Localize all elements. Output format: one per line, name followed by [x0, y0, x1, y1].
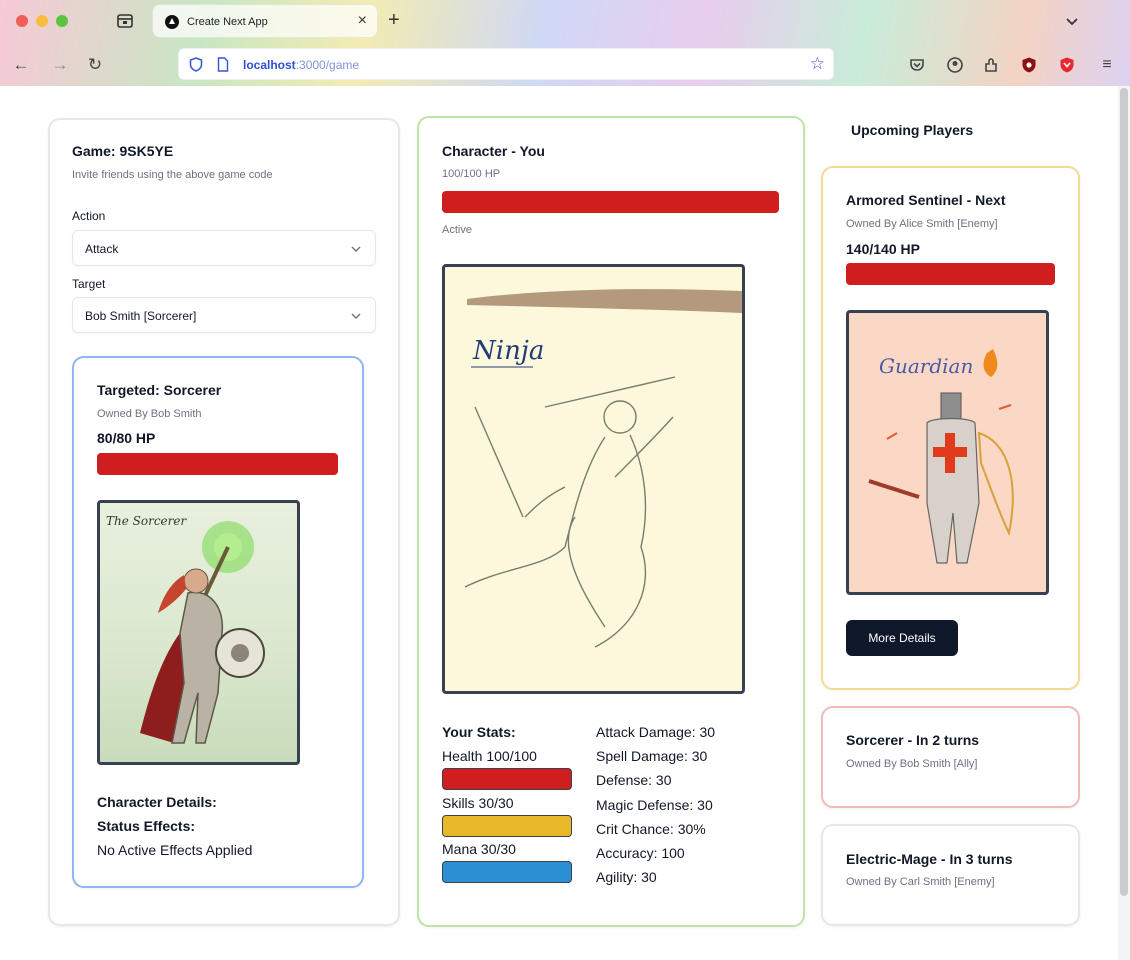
action-label: Action	[72, 209, 106, 223]
status-effects-value: No Active Effects Applied	[97, 842, 253, 858]
url-text[interactable]: localhost:3000/game	[243, 58, 359, 72]
targeted-owner: Owned By Bob Smith	[97, 408, 202, 420]
spell-damage-stat: Spell Damage: 30	[596, 748, 708, 764]
zoom-window-button[interactable]	[56, 15, 68, 27]
address-bar[interactable]: localhost:3000/game ☆	[178, 48, 834, 80]
minimize-window-button[interactable]	[36, 15, 48, 27]
targeted-title: Targeted: Sorcerer	[97, 382, 222, 398]
account-icon[interactable]	[946, 56, 964, 74]
upcoming-player-owner: Owned By Carl Smith [Enemy]	[846, 876, 995, 888]
accuracy-stat: Accuracy: 100	[596, 845, 685, 861]
sorcerer-art-caption: The Sorcerer	[106, 514, 187, 528]
upcoming-player-card-electric-mage[interactable]	[821, 824, 1080, 926]
next-player-owner: Owned By Alice Smith [Enemy]	[846, 218, 998, 230]
agility-stat: Agility: 30	[596, 869, 657, 885]
skills-stat: Skills 30/30	[442, 795, 514, 811]
ublock-icon[interactable]	[1020, 56, 1038, 74]
defense-stat: Defense: 30	[596, 772, 672, 788]
bookmark-star-icon[interactable]: ☆	[810, 54, 825, 74]
mana-stat: Mana 30/30	[442, 841, 516, 857]
nextjs-favicon	[165, 15, 179, 29]
upcoming-player-card-sorcerer[interactable]	[821, 706, 1080, 808]
close-icon[interactable]: ×	[358, 11, 367, 31]
guardian-art-caption: Guardian	[879, 354, 973, 378]
tab-bar: Create Next App × +	[0, 0, 1130, 42]
upcoming-players-heading: Upcoming Players	[851, 122, 974, 138]
attack-damage-stat: Attack Damage: 30	[596, 724, 716, 740]
upcoming-player-title: Electric-Mage - In 3 turns	[846, 851, 1013, 867]
shield-icon[interactable]	[189, 57, 203, 72]
skills-bar	[442, 815, 572, 837]
stats-title: Your Stats:	[442, 724, 516, 740]
magic-defense-stat: Magic Defense: 30	[596, 797, 713, 813]
url-path: :3000/game	[295, 58, 360, 72]
character-status: Active	[442, 224, 472, 236]
chevron-down-icon[interactable]	[1062, 11, 1082, 31]
ninja-card-art: Ninja	[442, 264, 745, 694]
character-title: Character - You	[442, 143, 545, 159]
active-tab[interactable]: Create Next App ×	[152, 4, 378, 38]
sorcerer-card-art: The Sorcerer	[97, 500, 300, 765]
menu-icon[interactable]: ≡	[1096, 54, 1118, 76]
ninja-art-caption: Ninja	[472, 336, 544, 366]
health-bar	[442, 768, 572, 790]
brave-icon[interactable]	[1058, 56, 1076, 74]
mana-bar	[442, 861, 572, 883]
upcoming-player-owner: Owned By Bob Smith [Ally]	[846, 758, 978, 770]
page-icon[interactable]	[217, 57, 229, 72]
extensions-icon[interactable]	[982, 56, 1000, 74]
browser-chrome: Create Next App × + ← → ↻ localhost:3000…	[0, 0, 1130, 86]
character-hp-bar	[442, 191, 779, 213]
close-window-button[interactable]	[16, 15, 28, 27]
plus-icon[interactable]: +	[388, 9, 400, 31]
back-icon[interactable]: ←	[10, 54, 32, 76]
action-select-value: Attack	[85, 242, 119, 256]
upcoming-player-title: Sorcerer - In 2 turns	[846, 732, 980, 748]
target-select-value: Bob Smith [Sorcerer]	[85, 309, 197, 323]
tab-list-icon[interactable]	[114, 10, 136, 32]
targeted-hp-text: 80/80 HP	[97, 430, 156, 446]
target-label: Target	[72, 277, 106, 291]
navigation-bar: ← → ↻ localhost:3000/game ☆ ≡	[0, 46, 1130, 84]
tab-title: Create Next App	[187, 16, 268, 28]
game-code-title: Game: 9SK5YE	[72, 143, 174, 159]
character-details-label: Character Details:	[97, 794, 217, 810]
health-stat: Health 100/100	[442, 748, 537, 764]
next-player-hp-bar	[846, 263, 1055, 285]
reload-icon[interactable]: ↻	[84, 54, 106, 76]
forward-icon[interactable]: →	[49, 54, 71, 76]
more-details-button[interactable]: More Details	[846, 620, 958, 656]
crit-chance-stat: Crit Chance: 30%	[596, 821, 706, 837]
status-effects-label: Status Effects:	[97, 818, 196, 834]
chevron-down-icon	[351, 246, 361, 252]
game-invite-hint: Invite friends using the above game code	[72, 169, 273, 181]
url-host: localhost	[243, 58, 296, 72]
next-player-title: Armored Sentinel - Next	[846, 192, 1006, 208]
targeted-hp-bar	[97, 453, 338, 475]
action-select[interactable]: Attack	[72, 230, 376, 266]
next-player-hp-text: 140/140 HP	[846, 241, 920, 257]
pocket-icon[interactable]	[908, 56, 926, 74]
chevron-down-icon	[351, 313, 361, 319]
character-hp-text: 100/100 HP	[442, 168, 501, 180]
guardian-card-art: Guardian	[846, 310, 1049, 595]
scrollbar-thumb[interactable]	[1120, 88, 1128, 896]
target-select[interactable]: Bob Smith [Sorcerer]	[72, 297, 376, 333]
